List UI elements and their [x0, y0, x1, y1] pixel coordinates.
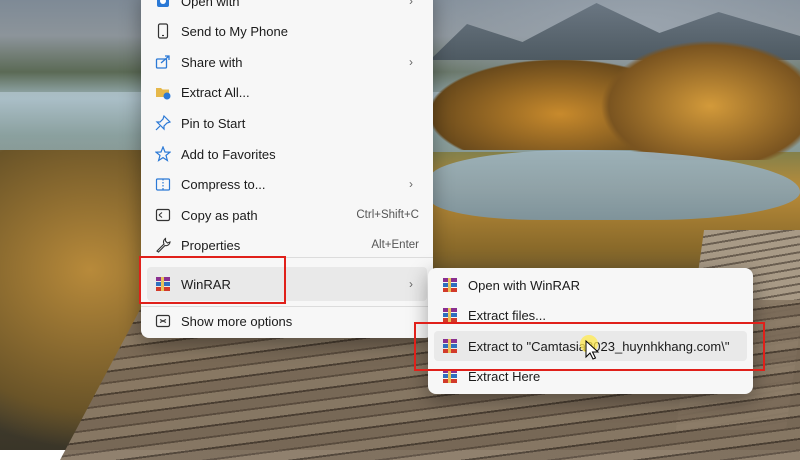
more-options-icon — [154, 312, 172, 330]
menu-item-label: Compress to... — [181, 176, 266, 192]
star-icon — [154, 145, 172, 163]
menu-item-label: Properties — [181, 237, 241, 253]
menu-item-label: Send to My Phone — [181, 23, 288, 39]
chevron-right-icon: › — [409, 0, 413, 8]
wrench-icon — [154, 236, 172, 254]
menu-item-label: Share with — [181, 54, 243, 70]
menu-item-label: Open with WinRAR — [468, 277, 580, 293]
copy-path-icon — [154, 206, 172, 224]
menu-item-add-to-favorites[interactable]: Add to Favorites — [147, 139, 427, 169]
mouse-cursor-icon — [580, 335, 600, 360]
winrar-icon — [441, 276, 459, 294]
menu-item-copy-as-path[interactable]: Copy as path Ctrl+Shift+C — [147, 200, 427, 230]
menu-item-pin-to-start[interactable]: Pin to Start — [147, 108, 427, 138]
submenu-item-open-with-winrar[interactable]: Open with WinRAR — [434, 270, 747, 300]
highlight-box-winrar — [139, 256, 286, 304]
menu-item-open-with[interactable]: Open with › — [147, 0, 427, 16]
chevron-right-icon: › — [409, 177, 413, 191]
phone-icon — [154, 22, 172, 40]
menu-item-compress-to[interactable]: Compress to... › — [147, 169, 427, 199]
menu-item-share-with[interactable]: Share with › — [147, 47, 427, 77]
chevron-right-icon: › — [409, 55, 413, 69]
menu-item-label: Copy as path — [181, 207, 258, 223]
extract-all-icon — [154, 83, 172, 101]
shortcut-label: Ctrl+Shift+C — [356, 209, 419, 221]
open-with-icon — [154, 0, 172, 10]
menu-item-extract-all[interactable]: Extract All... — [147, 77, 427, 107]
menu-item-label: Show more options — [181, 313, 293, 329]
wallpaper-hill — [600, 40, 800, 160]
chevron-right-icon: › — [409, 277, 413, 291]
menu-item-label: Extract files... — [468, 307, 547, 323]
menu-item-label: Pin to Start — [181, 115, 246, 131]
shortcut-label: Alt+Enter — [371, 239, 419, 251]
pin-icon — [154, 114, 172, 132]
menu-item-label: Open with — [181, 0, 240, 9]
menu-item-label: Extract All... — [181, 84, 250, 100]
compress-icon — [154, 175, 172, 193]
share-icon — [154, 53, 172, 71]
menu-item-send-to-phone[interactable]: Send to My Phone — [147, 16, 427, 46]
menu-item-show-more-options[interactable]: Show more options — [147, 306, 427, 336]
menu-item-label: Add to Favorites — [181, 146, 276, 162]
